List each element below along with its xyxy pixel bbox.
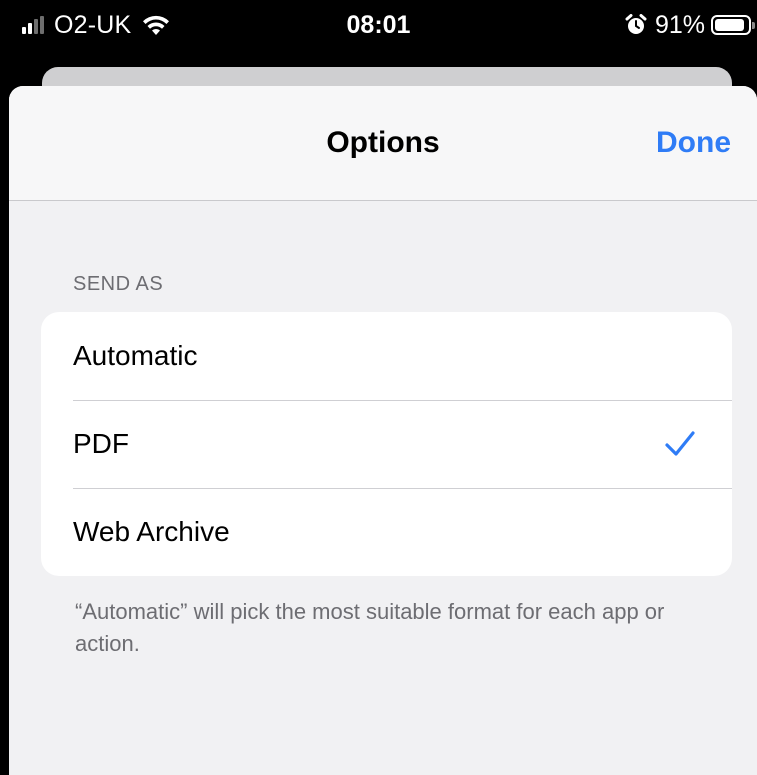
battery-percent: 91% <box>654 10 705 39</box>
footer-note: “Automatic” will pick the most suitable … <box>75 599 665 656</box>
option-web-archive[interactable]: Web Archive <box>41 488 732 576</box>
option-label: PDF <box>73 428 129 459</box>
option-pdf[interactable]: PDF <box>41 400 732 488</box>
options-sheet: Options Done SEND AS Automatic PDF Web A… <box>9 86 757 775</box>
screen: O2-UK 08:01 91% Options Done SEND AS Aut… <box>0 0 757 775</box>
option-label: Automatic <box>73 340 198 371</box>
option-label: Web Archive <box>73 516 230 547</box>
done-button[interactable]: Done <box>656 126 731 160</box>
battery-nub <box>752 22 755 29</box>
send-as-options: Automatic PDF Web Archive <box>41 312 732 576</box>
sheet-title: Options <box>326 126 440 159</box>
battery-fill <box>715 19 744 31</box>
status-right: 91% <box>625 10 755 40</box>
checkmark-icon <box>665 431 695 456</box>
section-header-send-as: SEND AS <box>73 273 164 295</box>
sheet-header: Options Done <box>9 86 757 201</box>
battery-icon <box>711 15 755 35</box>
alarm-icon <box>625 14 647 34</box>
status-bar: O2-UK 08:01 91% <box>0 0 757 52</box>
option-automatic[interactable]: Automatic <box>41 312 732 400</box>
